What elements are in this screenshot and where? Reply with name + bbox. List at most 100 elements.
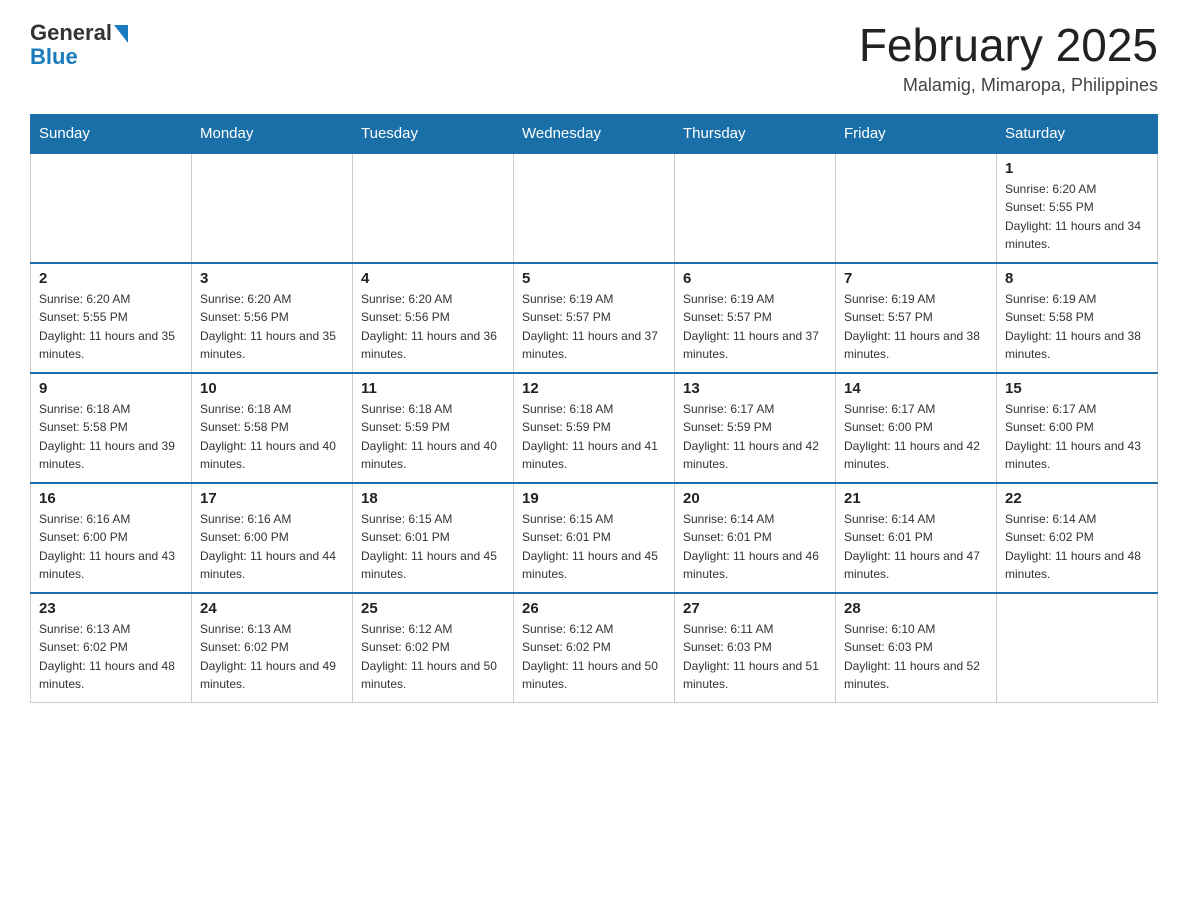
page-header: General Blue February 2025 Malamig, Mima… [30, 20, 1158, 96]
day-info: Sunrise: 6:16 AMSunset: 6:00 PMDaylight:… [39, 510, 183, 584]
day-of-week-header: Friday [836, 114, 997, 153]
day-number: 8 [1005, 270, 1149, 287]
day-of-week-header: Thursday [675, 114, 836, 153]
day-number: 14 [844, 380, 988, 397]
day-info: Sunrise: 6:20 AMSunset: 5:56 PMDaylight:… [200, 290, 344, 364]
calendar-day-cell: 8 Sunrise: 6:19 AMSunset: 5:58 PMDaylight… [997, 263, 1158, 373]
calendar-day-cell: 21 Sunrise: 6:14 AMSunset: 6:01 PMDayligh… [836, 483, 997, 593]
day-number: 24 [200, 600, 344, 617]
calendar-day-cell: 26 Sunrise: 6:12 AMSunset: 6:02 PMDayligh… [514, 593, 675, 703]
day-number: 13 [683, 380, 827, 397]
day-number: 25 [361, 600, 505, 617]
calendar-day-cell: 9Sunrise: 6:18 AMSunset: 5:58 PMDaylight… [31, 373, 192, 483]
calendar-week-row: 9 Sunrise: 6:18 AMSunset: 5:58 PMDaylight… [31, 373, 1158, 483]
day-info: Sunrise: 6:17 AMSunset: 5:59 PMDaylight:… [683, 400, 827, 474]
day-info: Sunrise: 6:11 AMSunset: 6:03 PMDaylight:… [683, 620, 827, 694]
day-number: 17 [200, 490, 344, 507]
calendar-day-cell: 23Sunrise: 6:13 AMSunset: 6:02 PMDayligh… [31, 593, 192, 703]
calendar-day-cell: 13 Sunrise: 6:17 AMSunset: 5:59 PMDayligh… [675, 373, 836, 483]
day-info: Sunrise: 6:19 AMSunset: 5:58 PMDaylight:… [1005, 290, 1149, 364]
day-info: Sunrise: 6:18 AMSunset: 5:59 PMDaylight:… [522, 400, 666, 474]
calendar-table: SundayMondayTuesdayWednesdayThursdayFrid… [30, 114, 1158, 704]
day-info: Sunrise: 6:12 AMSunset: 6:02 PMDaylight:… [361, 620, 505, 694]
day-of-week-header: Sunday [31, 114, 192, 153]
logo-general-text: General [30, 20, 112, 46]
calendar-header-row: SundayMondayTuesdayWednesdayThursdayFrid… [31, 114, 1158, 153]
calendar-day-cell: 17 Sunrise: 6:16 AMSunset: 6:00 PMDayligh… [192, 483, 353, 593]
day-info: Sunrise: 6:10 AMSunset: 6:03 PMDaylight:… [844, 620, 988, 694]
calendar-day-cell: 10 Sunrise: 6:18 AMSunset: 5:58 PMDayligh… [192, 373, 353, 483]
day-number: 5 [522, 270, 666, 287]
day-number: 18 [361, 490, 505, 507]
calendar-day-cell: 28 Sunrise: 6:10 AMSunset: 6:03 PMDayligh… [836, 593, 997, 703]
logo-blue-text: Blue [30, 44, 78, 70]
calendar-day-cell: 15 Sunrise: 6:17 AMSunset: 6:00 PMDayligh… [997, 373, 1158, 483]
day-info: Sunrise: 6:16 AMSunset: 6:00 PMDaylight:… [200, 510, 344, 584]
day-info: Sunrise: 6:14 AMSunset: 6:02 PMDaylight:… [1005, 510, 1149, 584]
calendar-day-cell: 3 Sunrise: 6:20 AMSunset: 5:56 PMDaylight… [192, 263, 353, 373]
day-number: 15 [1005, 380, 1149, 397]
calendar-day-cell [31, 153, 192, 263]
day-number: 3 [200, 270, 344, 287]
calendar-day-cell: 25 Sunrise: 6:12 AMSunset: 6:02 PMDayligh… [353, 593, 514, 703]
day-info: Sunrise: 6:15 AMSunset: 6:01 PMDaylight:… [522, 510, 666, 584]
day-number: 19 [522, 490, 666, 507]
calendar-day-cell: 6 Sunrise: 6:19 AMSunset: 5:57 PMDaylight… [675, 263, 836, 373]
day-number: 20 [683, 490, 827, 507]
day-info: Sunrise: 6:17 AMSunset: 6:00 PMDaylight:… [1005, 400, 1149, 474]
calendar-day-cell: 22 Sunrise: 6:14 AMSunset: 6:02 PMDayligh… [997, 483, 1158, 593]
day-of-week-header: Tuesday [353, 114, 514, 153]
calendar-day-cell: 5 Sunrise: 6:19 AMSunset: 5:57 PMDaylight… [514, 263, 675, 373]
day-info: Sunrise: 6:18 AMSunset: 5:58 PMDaylight:… [200, 400, 344, 474]
calendar-day-cell: 27Sunrise: 6:11 AMSunset: 6:03 PMDayligh… [675, 593, 836, 703]
day-info: Sunrise: 6:17 AMSunset: 6:00 PMDaylight:… [844, 400, 988, 474]
day-number: 16 [39, 490, 183, 507]
logo: General Blue [30, 20, 128, 70]
calendar-day-cell [836, 153, 997, 263]
day-info: Sunrise: 6:12 AMSunset: 6:02 PMDaylight:… [522, 620, 666, 694]
day-info: Sunrise: 6:14 AMSunset: 6:01 PMDaylight:… [683, 510, 827, 584]
calendar-day-cell: 18 Sunrise: 6:15 AMSunset: 6:01 PMDayligh… [353, 483, 514, 593]
day-info: Sunrise: 6:20 AMSunset: 5:56 PMDaylight:… [361, 290, 505, 364]
calendar-day-cell [675, 153, 836, 263]
title-section: February 2025 Malamig, Mimaropa, Philipp… [859, 20, 1158, 96]
calendar-week-row: 23Sunrise: 6:13 AMSunset: 6:02 PMDayligh… [31, 593, 1158, 703]
day-number: 11 [361, 380, 505, 397]
day-number: 9 [39, 380, 183, 397]
day-number: 10 [200, 380, 344, 397]
calendar-day-cell: 24Sunrise: 6:13 AMSunset: 6:02 PMDayligh… [192, 593, 353, 703]
day-number: 4 [361, 270, 505, 287]
day-of-week-header: Monday [192, 114, 353, 153]
calendar-day-cell: 19 Sunrise: 6:15 AMSunset: 6:01 PMDayligh… [514, 483, 675, 593]
calendar-week-row: 16 Sunrise: 6:16 AMSunset: 6:00 PMDayligh… [31, 483, 1158, 593]
logo-arrow-icon [114, 25, 128, 43]
day-number: 21 [844, 490, 988, 507]
day-info: Sunrise: 6:15 AMSunset: 6:01 PMDaylight:… [361, 510, 505, 584]
day-number: 12 [522, 380, 666, 397]
day-info: Sunrise: 6:19 AMSunset: 5:57 PMDaylight:… [683, 290, 827, 364]
day-number: 2 [39, 270, 183, 287]
day-info: Sunrise: 6:20 AMSunset: 5:55 PMDaylight:… [39, 290, 183, 364]
location-text: Malamig, Mimaropa, Philippines [859, 75, 1158, 96]
calendar-day-cell [997, 593, 1158, 703]
month-title: February 2025 [859, 20, 1158, 71]
day-number: 26 [522, 600, 666, 617]
day-info: Sunrise: 6:14 AMSunset: 6:01 PMDaylight:… [844, 510, 988, 584]
day-number: 28 [844, 600, 988, 617]
calendar-day-cell [192, 153, 353, 263]
day-number: 23 [39, 600, 183, 617]
day-info: Sunrise: 6:20 AMSunset: 5:55 PMDaylight:… [1005, 180, 1149, 254]
day-number: 7 [844, 270, 988, 287]
day-info: Sunrise: 6:19 AMSunset: 5:57 PMDaylight:… [522, 290, 666, 364]
calendar-week-row: 1Sunrise: 6:20 AMSunset: 5:55 PMDaylight… [31, 153, 1158, 263]
day-number: 22 [1005, 490, 1149, 507]
calendar-day-cell: 16 Sunrise: 6:16 AMSunset: 6:00 PMDayligh… [31, 483, 192, 593]
calendar-day-cell: 20 Sunrise: 6:14 AMSunset: 6:01 PMDayligh… [675, 483, 836, 593]
calendar-day-cell [514, 153, 675, 263]
calendar-day-cell: 1Sunrise: 6:20 AMSunset: 5:55 PMDaylight… [997, 153, 1158, 263]
calendar-day-cell: 7Sunrise: 6:19 AMSunset: 5:57 PMDaylight… [836, 263, 997, 373]
calendar-day-cell: 4 Sunrise: 6:20 AMSunset: 5:56 PMDaylight… [353, 263, 514, 373]
calendar-day-cell: 2 Sunrise: 6:20 AMSunset: 5:55 PMDaylight… [31, 263, 192, 373]
day-number: 6 [683, 270, 827, 287]
day-info: Sunrise: 6:18 AMSunset: 5:59 PMDaylight:… [361, 400, 505, 474]
